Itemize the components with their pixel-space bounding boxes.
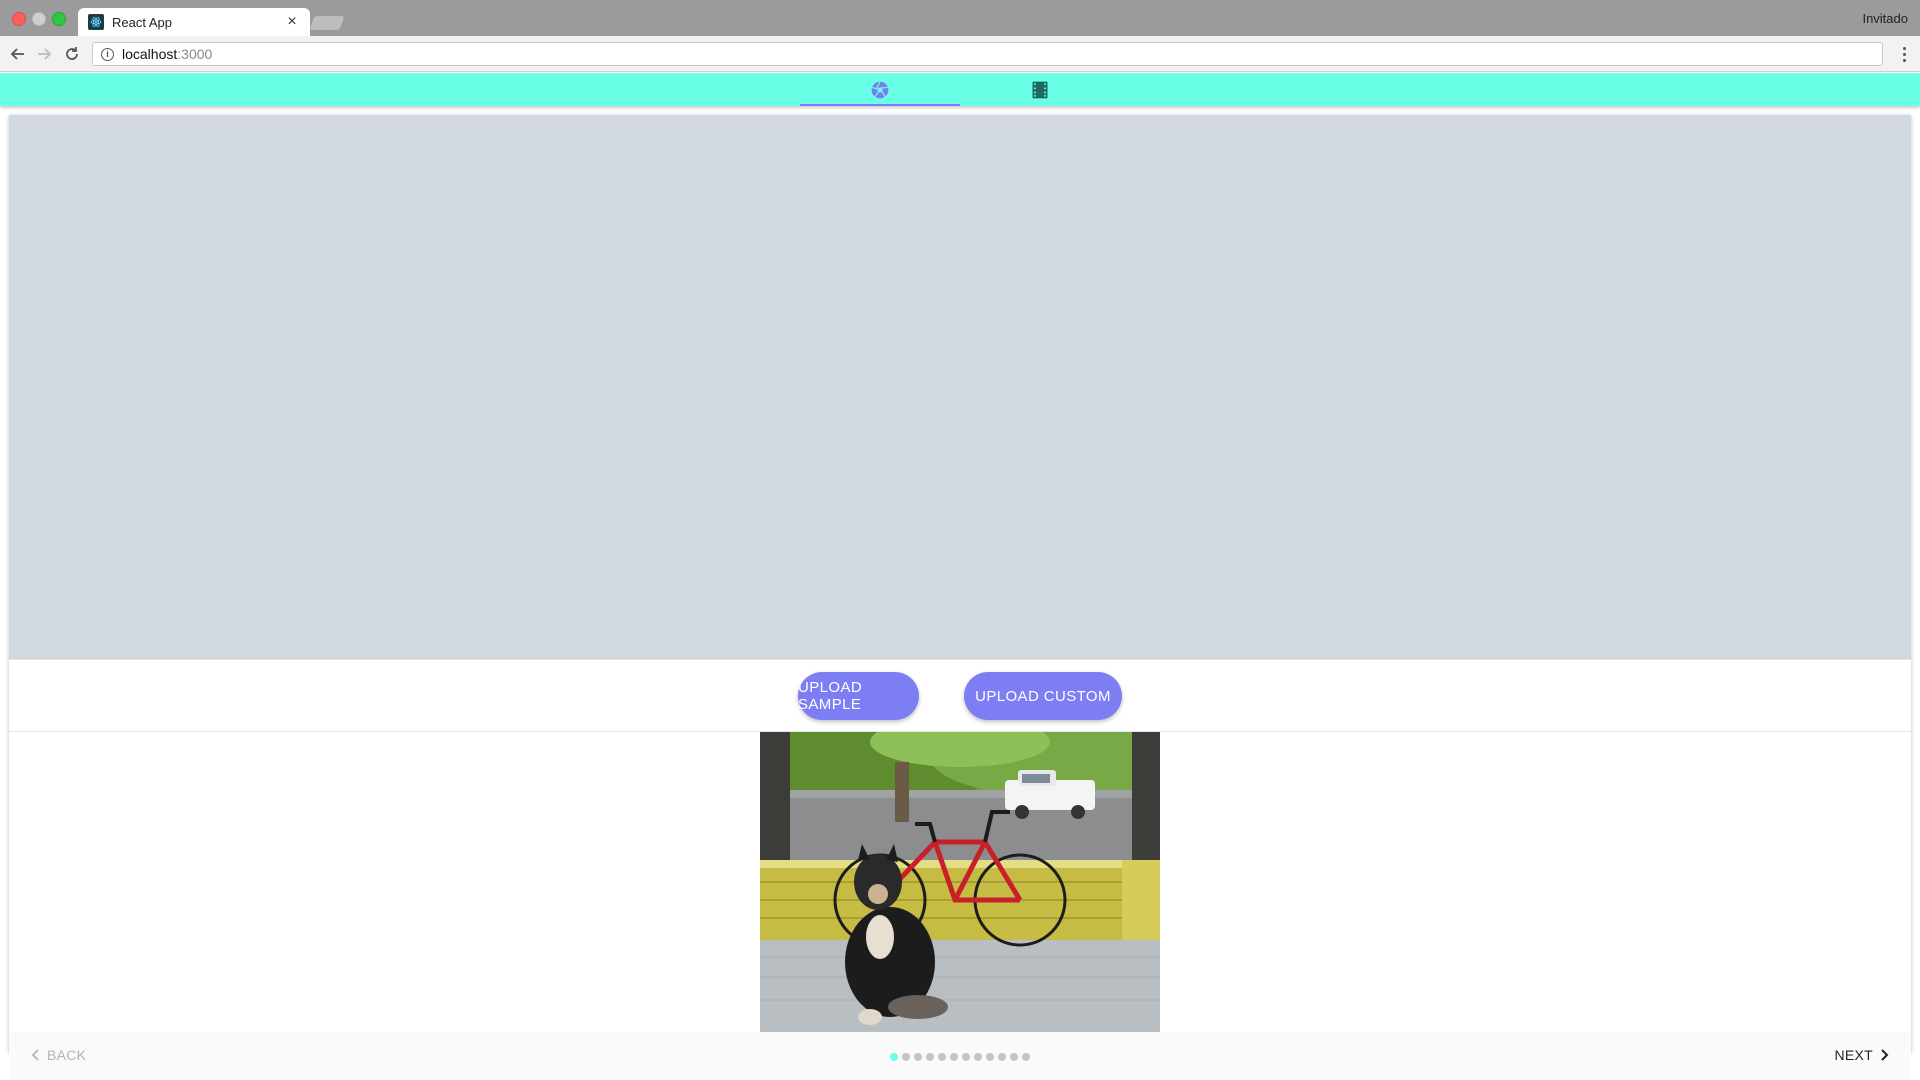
info-icon[interactable]: i (101, 47, 114, 61)
step-dot (962, 1053, 970, 1061)
chevron-right-icon (1881, 1049, 1889, 1061)
film-icon (1032, 81, 1048, 98)
browser-tab-bar: React App × Invitado (0, 0, 1920, 36)
browser-tab[interactable]: React App × (78, 8, 310, 36)
back-label: BACK (47, 1047, 87, 1063)
next-label: NEXT (1834, 1047, 1873, 1063)
step-dot (902, 1053, 910, 1061)
url-host: localhost (122, 46, 178, 62)
step-dot (926, 1053, 934, 1061)
step-dots (890, 1053, 1030, 1061)
react-favicon-icon (88, 14, 104, 30)
tab-indicator (800, 104, 960, 106)
url-port: :3000 (177, 46, 213, 62)
profile-name[interactable]: Invitado (1862, 11, 1908, 26)
close-window-button[interactable] (12, 12, 26, 26)
minimize-window-button[interactable] (32, 12, 46, 26)
browser-menu-icon[interactable] (1898, 44, 1910, 64)
step-dot (1022, 1053, 1030, 1061)
tab-title: React App (112, 14, 172, 30)
step-dot (1010, 1053, 1018, 1061)
step-dot (974, 1053, 982, 1061)
step-dot (938, 1053, 946, 1061)
maximize-window-button[interactable] (52, 12, 66, 26)
step-dot (986, 1053, 994, 1061)
drop-area[interactable] (9, 115, 1911, 659)
upload-custom-button[interactable]: UPLOAD CUSTOM (964, 672, 1122, 720)
new-tab-button[interactable] (309, 16, 345, 30)
sample-image (760, 732, 1160, 1032)
address-bar[interactable]: i localhost :3000 (92, 42, 1883, 66)
forward-arrow-icon[interactable] (34, 44, 54, 64)
upload-button-row: UPLOAD SAMPLE UPLOAD CUSTOM (9, 659, 1911, 732)
mobile-stepper: BACK NEXT (9, 1032, 1911, 1080)
back-button[interactable]: BACK (31, 1047, 86, 1063)
chevron-left-icon (31, 1049, 39, 1061)
tab-camera[interactable] (800, 73, 960, 106)
step-dot (950, 1053, 958, 1061)
app-bar (0, 73, 1920, 106)
step-dot (998, 1053, 1006, 1061)
camera-aperture-icon (871, 80, 889, 98)
tab-close-icon[interactable]: × (284, 14, 300, 30)
step-dot (890, 1053, 898, 1061)
reload-icon[interactable] (62, 44, 82, 64)
tab-film[interactable] (960, 73, 1120, 106)
next-button[interactable]: NEXT (1834, 1047, 1889, 1063)
upload-sample-button[interactable]: UPLOAD SAMPLE (798, 672, 919, 720)
browser-toolbar: i localhost :3000 (0, 36, 1920, 72)
back-arrow-icon[interactable] (8, 44, 28, 64)
step-dot (914, 1053, 922, 1061)
